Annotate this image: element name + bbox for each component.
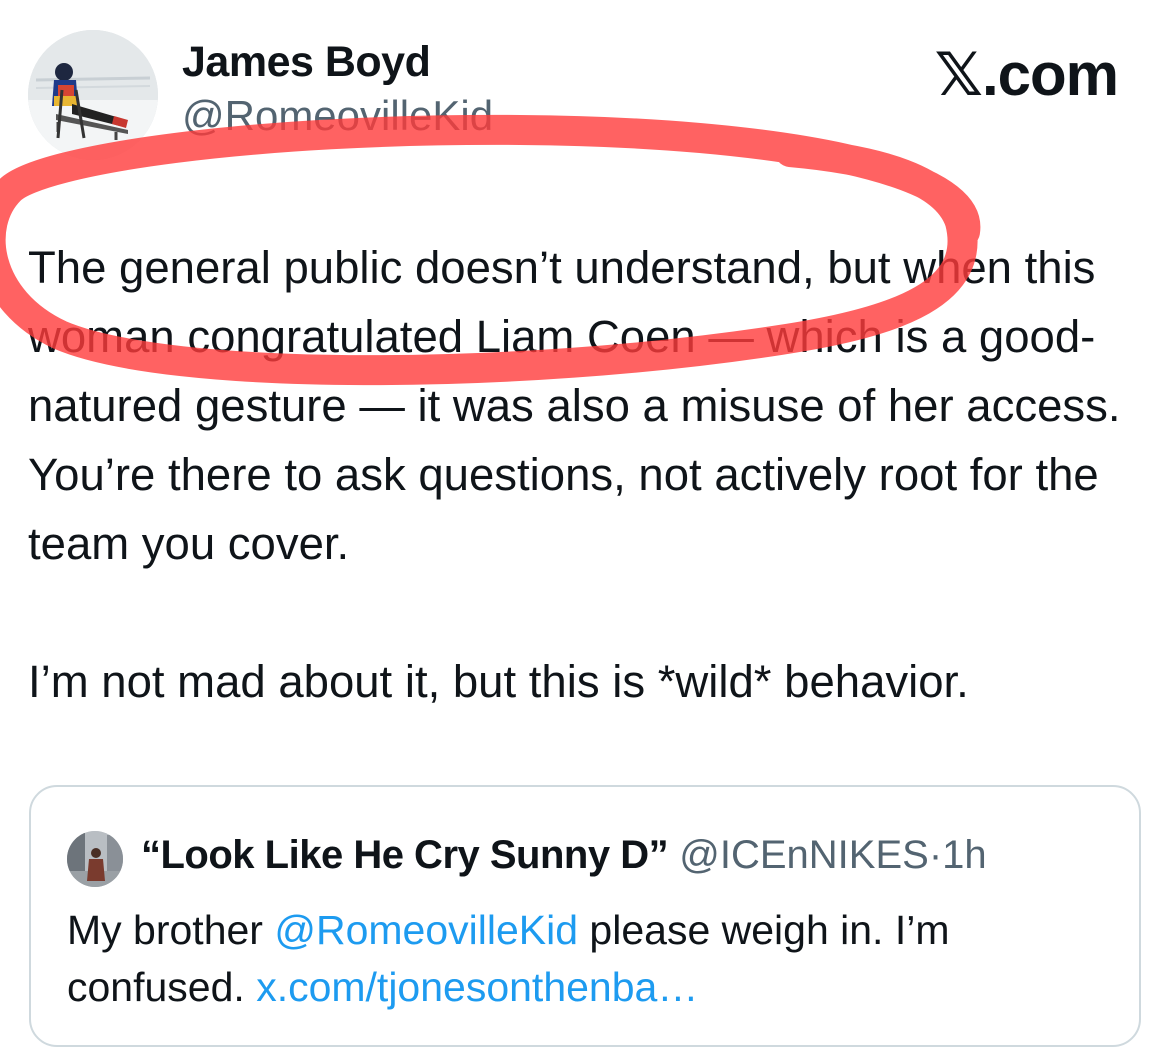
quoted-author-handle[interactable]: @ICEnNIKES: [679, 833, 929, 877]
tweet-text: The general public doesn’t understand, b…: [28, 233, 1153, 716]
author-name[interactable]: James Boyd: [182, 38, 431, 87]
author-avatar[interactable]: [28, 30, 158, 160]
tweet-paragraph-1: The general public doesn’t understand, b…: [28, 242, 1121, 569]
author-handle[interactable]: @RomeovilleKid: [182, 92, 493, 140]
quoted-tweet-time[interactable]: 1h: [942, 833, 987, 877]
tweet-paragraph-2: I’m not mad about it, but this is *wild*…: [28, 656, 969, 707]
quoted-tweet-card[interactable]: “Look Like He Cry Sunny D” @ICEnNIKES·1h…: [29, 785, 1141, 1047]
x-logo: 𝕏.com: [934, 41, 1119, 108]
sled-hockey-photo-icon: [28, 30, 158, 160]
quoted-text-start: My brother: [67, 907, 275, 953]
quoted-tweet-text: My brother @RomeovilleKid please weigh i…: [67, 902, 1117, 1016]
quoted-tweet-header: “Look Like He Cry Sunny D” @ICEnNIKES·1h: [141, 833, 987, 878]
street-photo-icon: [67, 831, 123, 887]
separator-dot: ·: [928, 833, 943, 877]
quoted-author-name[interactable]: “Look Like He Cry Sunny D”: [141, 833, 669, 877]
quoted-author-avatar[interactable]: [67, 831, 123, 887]
mention-link[interactable]: @RomeovilleKid: [274, 907, 578, 953]
url-link[interactable]: x.com/tjonesonthenba…: [256, 964, 698, 1010]
